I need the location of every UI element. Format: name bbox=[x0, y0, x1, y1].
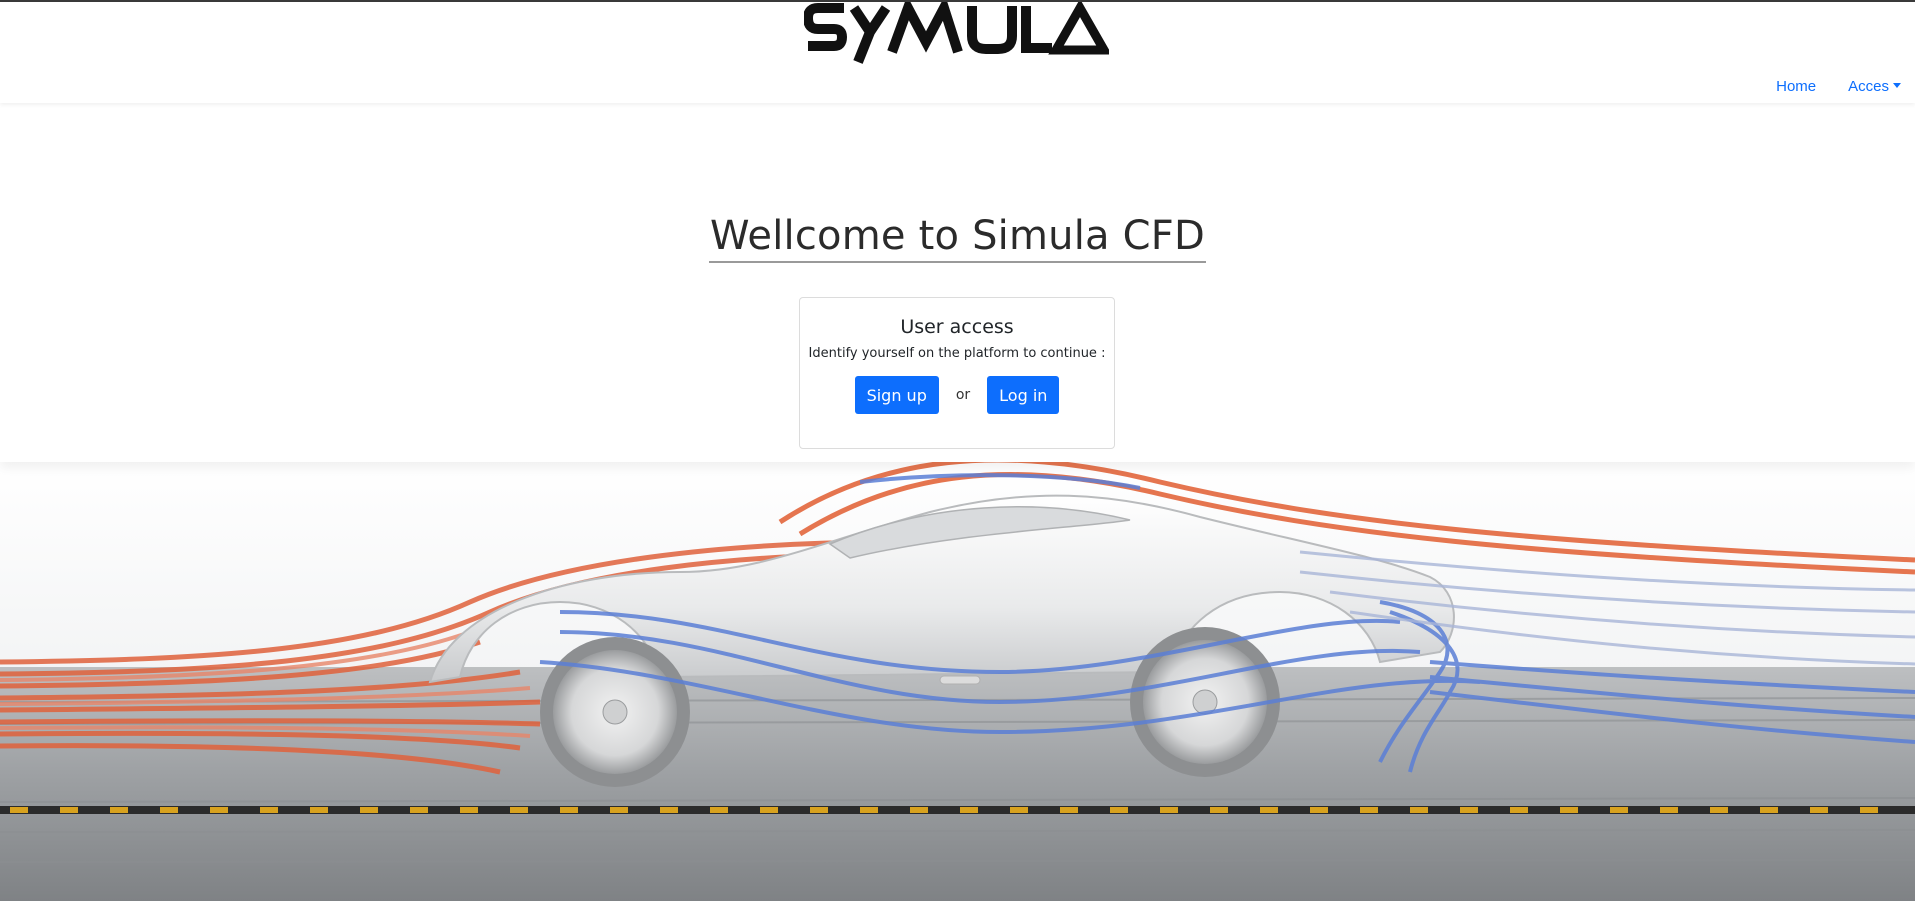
caret-down-icon bbox=[1893, 83, 1901, 88]
user-access-card: User access Identify yourself on the pla… bbox=[799, 297, 1115, 449]
auth-buttons: Sign up or Log in bbox=[800, 376, 1114, 414]
front-wheel bbox=[540, 637, 690, 787]
navbar: Home Acces bbox=[0, 0, 1915, 103]
or-separator: or bbox=[955, 387, 971, 403]
nav-menu: Home Acces bbox=[1776, 78, 1901, 95]
nav-home-link[interactable]: Home bbox=[1776, 78, 1816, 95]
cfd-car-illustration bbox=[0, 457, 1915, 901]
card-title: User access bbox=[900, 316, 1014, 338]
brand-logo[interactable] bbox=[802, 0, 1112, 68]
nav-access-label: Acces bbox=[1848, 78, 1889, 95]
welcome-heading-wrap: Wellcome to Simula CFD bbox=[0, 213, 1915, 263]
nav-access-dropdown[interactable]: Acces bbox=[1848, 78, 1901, 95]
login-button[interactable]: Log in bbox=[987, 376, 1060, 414]
signup-button[interactable]: Sign up bbox=[854, 376, 939, 414]
welcome-section: Wellcome to Simula CFD User access Ident… bbox=[0, 103, 1915, 462]
page-title: Wellcome to Simula CFD bbox=[709, 213, 1206, 263]
card-text: Identify yourself on the platform to con… bbox=[808, 346, 1106, 361]
